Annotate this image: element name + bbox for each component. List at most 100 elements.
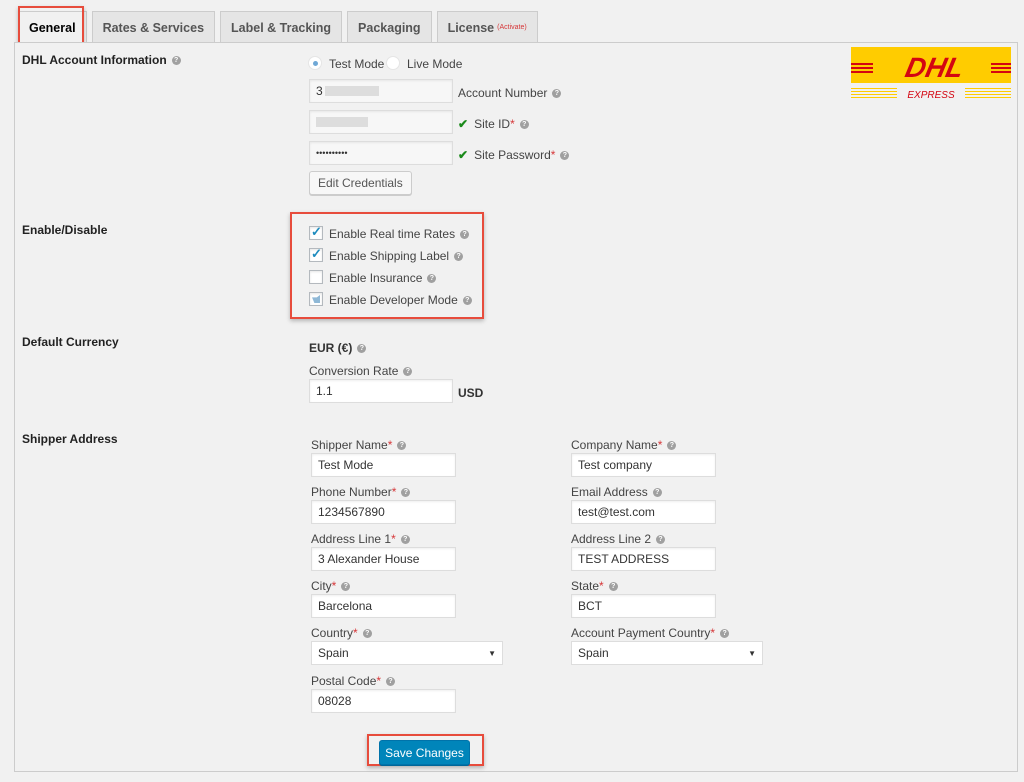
logo-wordmark: DHL (903, 51, 967, 83)
save-changes-button[interactable]: Save Changes (379, 740, 470, 765)
label-text: Shipper Name (311, 438, 388, 452)
required-marker: * (550, 148, 556, 162)
label-text: Address Line 2 (571, 532, 652, 546)
company-name-label: Company Name*? (571, 438, 677, 452)
postal-code-input[interactable]: 08028 (311, 689, 456, 713)
help-icon[interactable]: ? (667, 441, 677, 451)
real-time-rates-label[interactable]: Enable Real time Rates? (329, 227, 470, 241)
required-marker: * (657, 438, 663, 452)
site-id-input[interactable] (309, 110, 453, 134)
required-marker: * (353, 626, 358, 640)
postal-code-label: Postal Code*? (311, 674, 396, 688)
help-icon[interactable]: ? (460, 230, 470, 240)
section-default-currency: Default Currency (22, 335, 119, 349)
checkbox-insurance[interactable] (309, 270, 323, 284)
help-icon[interactable]: ? (427, 274, 437, 284)
account-number-label: Account Number? (458, 86, 562, 100)
phone-number-input[interactable]: 1234567890 (311, 500, 456, 524)
help-icon[interactable]: ? (362, 629, 372, 639)
checkbox-shipping-label[interactable]: ✓ (309, 246, 323, 262)
label-text: Phone Number (311, 485, 392, 499)
insurance-label[interactable]: Enable Insurance? (329, 271, 437, 285)
edit-credentials-button[interactable]: Edit Credentials (309, 171, 412, 195)
shipper-name-label: Shipper Name*? (311, 438, 407, 452)
payment-country-select[interactable]: Spain ▼ (571, 641, 763, 665)
country-select[interactable]: Spain ▼ (311, 641, 503, 665)
state-input[interactable]: BCT (571, 594, 716, 618)
required-marker: * (599, 579, 604, 593)
label-text: EUR (€) (309, 341, 353, 355)
section-account-info: DHL Account Information? (22, 53, 181, 67)
help-icon[interactable]: ? (401, 488, 411, 498)
address-line-2-input[interactable]: TEST ADDRESS (571, 547, 716, 571)
help-icon[interactable]: ? (608, 582, 618, 592)
help-icon[interactable]: ? (357, 344, 367, 354)
tab-rates-services[interactable]: Rates & Services (91, 11, 216, 43)
help-icon[interactable]: ? (171, 56, 181, 66)
help-icon[interactable]: ? (656, 535, 666, 545)
dropdown-arrow-icon: ▼ (748, 648, 756, 658)
account-number-input[interactable]: 3 (309, 79, 453, 103)
selected-value: Spain (578, 646, 609, 660)
currency-value: EUR (€)? (309, 341, 367, 355)
tab-label-tracking[interactable]: Label & Tracking (220, 11, 343, 43)
help-icon[interactable]: ? (397, 441, 407, 451)
radio-selected-dot (313, 61, 318, 66)
required-marker: * (391, 532, 396, 546)
checkmark-icon: ✓ (311, 246, 322, 261)
test-mode-label[interactable]: Test Mode (329, 57, 384, 71)
city-input[interactable]: Barcelona (311, 594, 456, 618)
label-text: Conversion Rate (309, 364, 399, 378)
phone-number-label: Phone Number*? (311, 485, 411, 499)
live-mode-label[interactable]: Live Mode (407, 57, 462, 71)
label-text: Site Password (474, 148, 551, 162)
help-icon[interactable]: ? (462, 296, 472, 306)
partial-check-icon (312, 295, 320, 303)
radio-test-mode[interactable] (308, 56, 322, 70)
shipper-name-input[interactable]: Test Mode (311, 453, 456, 477)
company-name-input[interactable]: Test company (571, 453, 716, 477)
checkbox-developer-mode[interactable] (309, 292, 323, 306)
developer-mode-label[interactable]: Enable Developer Mode? (329, 293, 472, 307)
email-address-input[interactable]: test@test.com (571, 500, 716, 524)
checkmark-icon: ✓ (311, 224, 322, 239)
radio-live-mode[interactable] (386, 56, 400, 70)
conversion-rate-input[interactable]: 1.1 (309, 379, 453, 403)
required-marker: * (710, 626, 716, 640)
tab-packaging[interactable]: Packaging (347, 11, 432, 43)
activate-badge[interactable]: (Activate) (497, 24, 527, 31)
checkbox-real-time-rates[interactable]: ✓ (309, 224, 323, 240)
section-title: DHL Account Information (22, 53, 167, 67)
help-icon[interactable]: ? (386, 677, 396, 687)
label-text: Enable Shipping Label (329, 249, 450, 263)
highlight-general-tab (18, 6, 84, 44)
help-icon[interactable]: ? (720, 629, 730, 639)
city-label: City*? (311, 579, 351, 593)
label-text: Account Number (458, 86, 548, 100)
shipping-label-label[interactable]: Enable Shipping Label? (329, 249, 464, 263)
help-icon[interactable]: ? (403, 367, 413, 377)
help-icon[interactable]: ? (560, 151, 570, 161)
site-password-input[interactable]: •••••••••• (309, 141, 453, 165)
label-text: Account Payment Country (571, 626, 711, 640)
dropdown-arrow-icon: ▼ (488, 648, 496, 658)
help-icon[interactable]: ? (552, 89, 562, 99)
tab-license[interactable]: License (Activate) (436, 11, 538, 43)
section-enable-disable: Enable/Disable (22, 223, 108, 237)
label-text: Email Address (571, 485, 648, 499)
conversion-rate-label: Conversion Rate? (309, 364, 413, 378)
country-label: Country*? (311, 626, 372, 640)
email-address-label: Email Address? (571, 485, 662, 499)
help-icon[interactable]: ? (519, 120, 529, 130)
section-shipper-address: Shipper Address (22, 432, 118, 446)
selected-value: Spain (318, 646, 349, 660)
label-text: Company Name (571, 438, 658, 452)
address-line-2-label: Address Line 2? (571, 532, 666, 546)
help-icon[interactable]: ? (652, 488, 662, 498)
check-icon: ✔ (458, 117, 469, 131)
address-line-1-input[interactable]: 3 Alexander House (311, 547, 456, 571)
help-icon[interactable]: ? (341, 582, 351, 592)
help-icon[interactable]: ? (454, 252, 464, 262)
label-text: Enable Developer Mode (329, 293, 458, 307)
help-icon[interactable]: ? (400, 535, 410, 545)
